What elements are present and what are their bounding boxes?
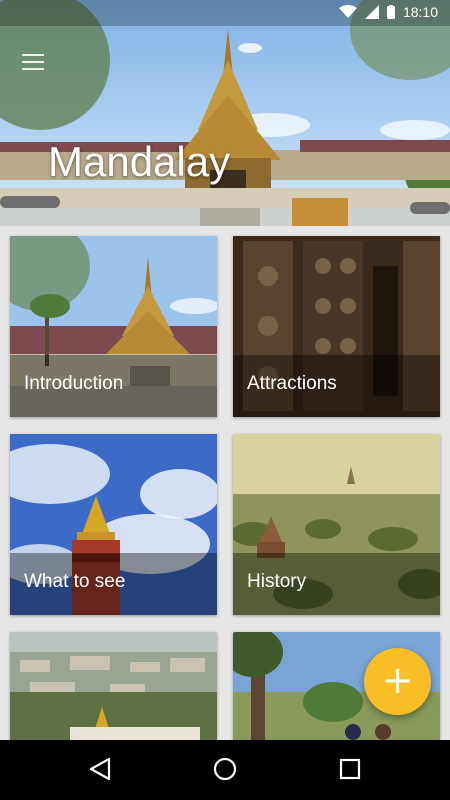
card-label-overlay: History: [233, 553, 440, 615]
recents-icon[interactable]: [338, 756, 362, 782]
card-label: Attractions: [247, 373, 337, 394]
add-fab-button[interactable]: +: [364, 648, 431, 715]
status-bar: 18:10: [0, 0, 450, 26]
card-label: What to see: [24, 571, 126, 592]
back-icon[interactable]: [88, 756, 112, 782]
hero-image: [0, 0, 450, 226]
card-label-overlay: Attractions: [233, 355, 440, 417]
home-icon[interactable]: [212, 756, 238, 782]
card-history[interactable]: History: [233, 434, 440, 615]
hero-header: Mandalay: [0, 0, 450, 226]
card-label: History: [247, 571, 307, 592]
city-view-image: [10, 632, 217, 740]
card-attractions[interactable]: Attractions: [233, 236, 440, 417]
card-label: Introduction: [24, 373, 124, 394]
card-label-overlay: What to see: [10, 553, 217, 615]
navigation-bar: [0, 740, 450, 800]
card-city-view[interactable]: [10, 632, 217, 740]
battery-icon: [386, 5, 395, 19]
page-title: Mandalay: [48, 138, 231, 185]
menu-icon[interactable]: [22, 54, 44, 72]
card-what-to-see[interactable]: What to see: [10, 434, 217, 615]
card-label-overlay: Introduction: [10, 355, 217, 417]
card-introduction[interactable]: Introduction: [10, 236, 217, 417]
plus-icon: +: [381, 658, 414, 702]
cell-signal-icon: [364, 5, 379, 19]
status-time: 18:10: [402, 4, 438, 20]
wifi-icon: [338, 5, 357, 18]
